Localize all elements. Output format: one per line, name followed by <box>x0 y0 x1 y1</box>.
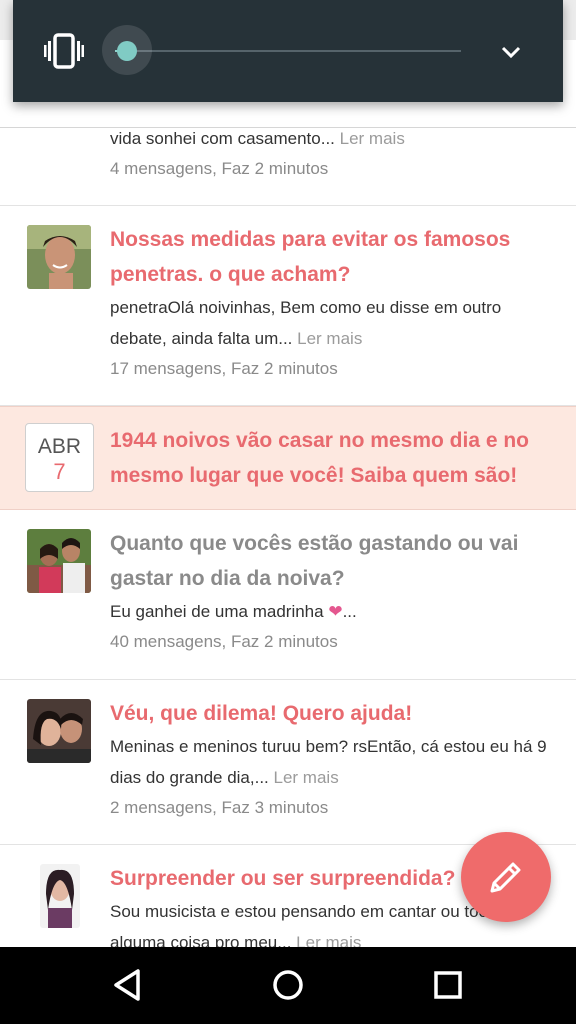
forum-feed: vida sonhei com casamento... Ler mais 4 … <box>0 127 576 947</box>
compose-button[interactable] <box>461 832 551 922</box>
event-day: 7 <box>53 459 66 484</box>
heart-icon: ❤ <box>328 602 343 621</box>
read-more-link[interactable]: Ler mais <box>274 768 339 787</box>
volume-slider-thumb[interactable] <box>117 41 137 61</box>
item-content: vida sonhei com casamento... Ler mais 4 … <box>110 128 550 184</box>
volume-slider[interactable] <box>102 25 461 75</box>
item-meta: 4 mensagens, Faz 2 minutos <box>110 159 329 178</box>
item-content: Véu, que dilema! Quero ajuda! Meninas e … <box>110 696 550 823</box>
home-icon[interactable] <box>268 965 308 1005</box>
item-content: Quanto que vocês estão gastando ou vai g… <box>110 526 550 657</box>
item-title[interactable]: Véu, que dilema! Quero ajuda! <box>110 696 550 731</box>
item-excerpt: Eu ganhei de uma madrinha ❤... <box>110 602 357 621</box>
item-title[interactable]: Nossas medidas para evitar os famosos pe… <box>110 222 550 292</box>
item-excerpt: Meninas e meninos turuu bem? rsEntão, cá… <box>110 737 547 787</box>
item-excerpt: vida sonhei com casamento... Ler mais <box>110 129 405 148</box>
read-more-link[interactable]: Ler mais <box>296 933 361 947</box>
read-more-link[interactable]: Ler mais <box>340 129 405 148</box>
list-item[interactable]: Nossas medidas para evitar os famosos pe… <box>0 206 576 406</box>
avatar <box>27 699 91 763</box>
avatar <box>27 529 91 593</box>
avatar <box>40 864 80 928</box>
list-item[interactable]: Véu, que dilema! Quero ajuda! Meninas e … <box>0 680 576 845</box>
back-icon[interactable] <box>108 965 148 1005</box>
item-title[interactable]: Quanto que vocês estão gastando ou vai g… <box>110 526 550 596</box>
event-title[interactable]: 1944 noivos vão casar no mesmo dia e no … <box>110 423 550 493</box>
item-content: Nossas medidas para evitar os famosos pe… <box>110 222 550 384</box>
vibrate-icon[interactable] <box>44 33 84 69</box>
recents-icon[interactable] <box>428 965 468 1005</box>
avatar <box>27 225 91 289</box>
item-meta: 2 mensagens, Faz 3 minutos <box>110 798 329 817</box>
pencil-icon <box>490 862 521 893</box>
event-item[interactable]: ABR 7 1944 noivos vão casar no mesmo dia… <box>0 406 576 510</box>
event-month: ABR <box>37 435 82 458</box>
item-meta: 17 mensagens, Faz 2 minutos <box>110 359 338 378</box>
list-item[interactable]: vida sonhei com casamento... Ler mais 4 … <box>0 128 576 206</box>
list-item[interactable]: Quanto que vocês estão gastando ou vai g… <box>0 510 576 680</box>
navigation-bar <box>0 947 576 1024</box>
event-date-badge: ABR 7 <box>25 423 94 492</box>
item-excerpt: penetraOlá noivinhas, Bem como eu disse … <box>110 298 502 348</box>
chevron-down-icon[interactable] <box>499 40 523 64</box>
volume-panel <box>13 0 563 102</box>
item-meta: 40 mensagens, Faz 2 minutos <box>110 632 338 651</box>
item-content: 1944 noivos vão casar no mesmo dia e no … <box>110 423 550 493</box>
read-more-link[interactable]: Ler mais <box>297 329 362 348</box>
